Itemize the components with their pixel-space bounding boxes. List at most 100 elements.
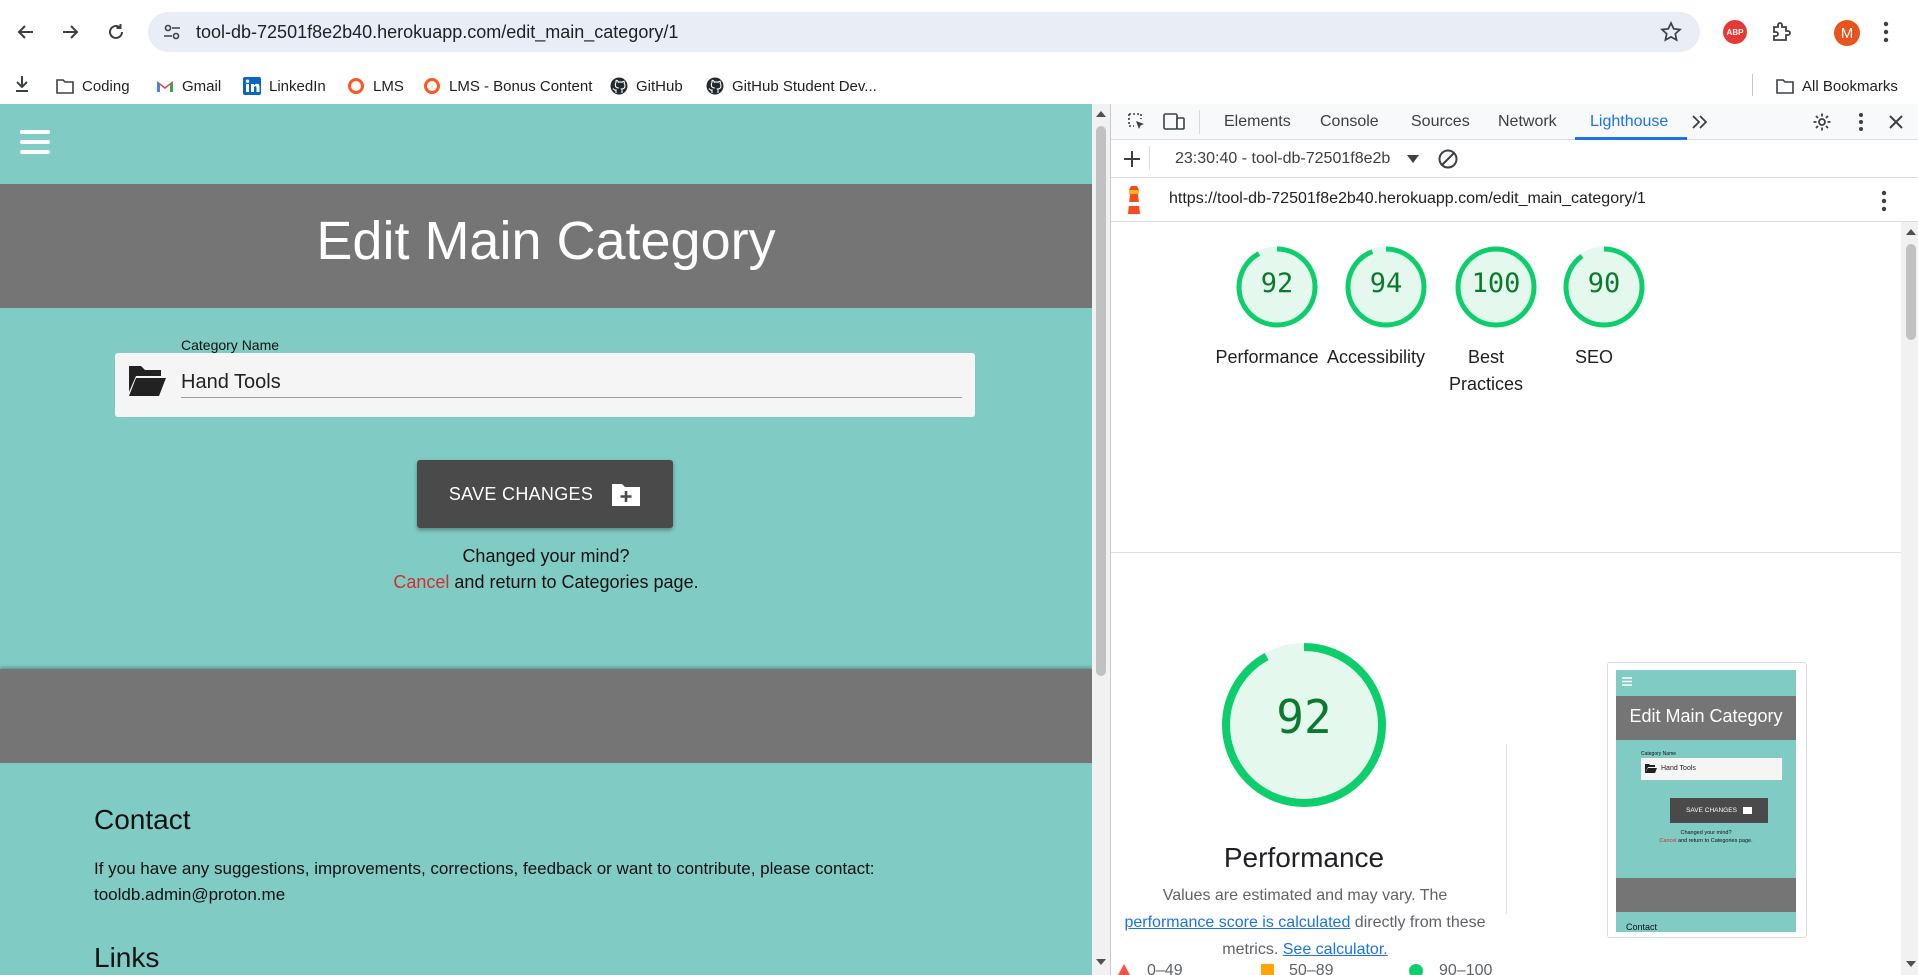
thumb-save-button: SAVE CHANGES <box>1670 798 1768 823</box>
thumb-title: Edit Main Category <box>1629 706 1783 726</box>
devtools-tab-bar: Elements Console Sources Network Lightho… <box>1111 104 1918 140</box>
download-icon[interactable] <box>14 75 30 93</box>
folder-icon <box>56 79 74 94</box>
extensions-puzzle-icon[interactable] <box>1770 20 1794 44</box>
score-value: 90 <box>1587 268 1621 299</box>
cancel-line: Cancel and return to Categories page. <box>0 572 1092 593</box>
close-devtools-icon[interactable] <box>1887 113 1905 131</box>
changed-mind-text: Changed your mind? <box>462 546 630 566</box>
report-url[interactable]: https://tool-db-72501f8e2b40.herokuapp.c… <box>1169 190 1646 208</box>
reload-icon <box>109 24 123 39</box>
score-calculated-link[interactable]: performance score is calculated <box>1124 914 1350 931</box>
lighthouse-logo-icon <box>1128 186 1140 214</box>
arrow-left-icon <box>17 25 33 39</box>
adblock-extension-icon[interactable]: ABP <box>1723 20 1747 44</box>
bookmark-item-lms-bonus[interactable]: LMS - Bonus Content <box>423 74 592 98</box>
address-bar[interactable]: tool-db-72501f8e2b40.herokuapp.com/edit_… <box>148 12 1700 52</box>
contact-heading: Contact <box>94 804 191 835</box>
tab-elements[interactable]: Elements <box>1224 113 1291 131</box>
lighthouse-url-bar: https://tool-db-72501f8e2b40.herokuapp.c… <box>1111 178 1918 222</box>
tab-sources[interactable]: Sources <box>1411 113 1470 131</box>
tab-network[interactable]: Network <box>1498 113 1557 131</box>
score-value: 100 <box>1471 268 1521 299</box>
links-heading: Links <box>94 942 160 973</box>
report-menu-icon[interactable] <box>1881 190 1887 212</box>
scroll-up-icon[interactable] <box>1096 110 1106 118</box>
browser-menu-icon[interactable] <box>1882 20 1890 44</box>
folder-open-icon <box>129 366 166 396</box>
cancel-rest-text: and return to Categories page. <box>449 572 699 592</box>
folder-plus-icon <box>611 481 641 507</box>
devtools-menu-icon[interactable] <box>1858 112 1864 132</box>
more-tabs-chevron-icon[interactable] <box>1691 114 1709 130</box>
see-calculator-link[interactable]: See calculator. <box>1283 941 1388 958</box>
bookmark-item-linkedin[interactable]: LinkedIn <box>243 74 326 98</box>
folder-icon <box>1776 79 1794 94</box>
score-legend: 0–49 50–89 90–100 <box>1117 960 1497 975</box>
lms-icon <box>424 78 440 94</box>
site-header <box>0 104 1092 184</box>
category-name-label: Category Name <box>181 337 280 353</box>
bookmark-item-gmail[interactable]: Gmail <box>156 74 221 98</box>
performance-score-large: 92 <box>1276 690 1332 744</box>
inspect-element-icon[interactable] <box>1127 112 1147 132</box>
footer-divider-band <box>0 669 1092 763</box>
cancel-link[interactable]: Cancel <box>393 572 449 592</box>
page-title: Edit Main Category <box>316 211 776 271</box>
device-toolbar-icon[interactable] <box>1163 112 1185 132</box>
all-bookmarks-button[interactable]: All Bookmarks <box>1776 74 1898 98</box>
page-scrollbar-thumb[interactable] <box>1096 126 1106 676</box>
fail-triangle-icon <box>1118 964 1130 975</box>
score-label: SEO <box>1574 347 1613 367</box>
thumbnail-content: Edit Main Category Category Name Hand To… <box>1616 670 1796 932</box>
pass-circle-icon <box>1409 964 1423 975</box>
github-icon <box>706 77 724 95</box>
average-square-icon <box>1261 964 1274 975</box>
settings-gear-icon[interactable] <box>1812 112 1832 132</box>
clear-reports-icon[interactable] <box>1437 148 1459 170</box>
bookmark-item-lms[interactable]: LMS <box>347 74 404 98</box>
legend-fail: 0–49 <box>1147 962 1183 975</box>
chevron-down-icon[interactable] <box>1407 155 1419 163</box>
add-report-icon[interactable] <box>1123 150 1141 168</box>
gmail-icon <box>157 81 173 92</box>
legend-pass: 90–100 <box>1439 962 1493 975</box>
devtools-panel: Elements Console Sources Network Lightho… <box>1110 104 1918 975</box>
bookmark-star-icon[interactable] <box>1660 21 1682 43</box>
report-divider <box>1111 552 1901 553</box>
site-settings-icon[interactable] <box>162 22 182 42</box>
lighthouse-report: 92 Performance 94 Accessibility 100 Best Pract… <box>1111 222 1901 975</box>
back-button[interactable] <box>8 14 44 50</box>
forward-button[interactable] <box>52 14 88 50</box>
browser-toolbar: tool-db-72501f8e2b40.herokuapp.com/edit_… <box>0 0 1918 64</box>
score-value: 94 <box>1369 268 1403 299</box>
dt-scroll-up-icon[interactable] <box>1906 228 1916 236</box>
tab-console[interactable]: Console <box>1320 113 1379 131</box>
bookmarks-divider <box>1752 74 1753 96</box>
performance-title: Performance <box>1223 842 1385 873</box>
scroll-down-icon[interactable] <box>1096 958 1106 966</box>
bookmark-item-github[interactable]: GitHub <box>610 74 683 98</box>
linkedin-icon <box>243 77 261 95</box>
thumb-hamburger-icon <box>1622 677 1632 686</box>
devtools-scrollbar-thumb[interactable] <box>1906 244 1916 340</box>
save-changes-button[interactable]: SAVE CHANGES <box>417 460 673 528</box>
web-page: Edit Main Category Category Name SAVE CH… <box>0 104 1092 975</box>
contact-text: If you have any suggestions, improvement… <box>94 859 875 904</box>
reload-button[interactable] <box>98 14 134 50</box>
thumb-folder-icon <box>1645 764 1657 773</box>
report-select[interactable]: 23:30:40 - tool-db-72501f8e2b <box>1175 150 1390 168</box>
category-name-input[interactable] <box>181 368 962 398</box>
score-value: 92 <box>1260 268 1294 299</box>
legend-average: 50–89 <box>1289 962 1334 975</box>
dt-scroll-down-icon[interactable] <box>1906 960 1916 968</box>
page-title-bar: Edit Main Category <box>0 184 1092 308</box>
bookmark-item-github-student[interactable]: GitHub Student Dev... <box>706 74 877 98</box>
bookmark-item-coding[interactable]: Coding <box>56 74 130 98</box>
hamburger-menu-icon[interactable] <box>20 130 50 156</box>
performance-description: Values are estimated and may vary. The p… <box>1124 887 1486 958</box>
tab-lighthouse[interactable]: Lighthouse <box>1590 113 1668 131</box>
profile-avatar[interactable]: M <box>1834 20 1860 46</box>
lighthouse-toolbar: 23:30:40 - tool-db-72501f8e2b <box>1111 140 1918 178</box>
vertical-separator <box>1506 744 1507 914</box>
